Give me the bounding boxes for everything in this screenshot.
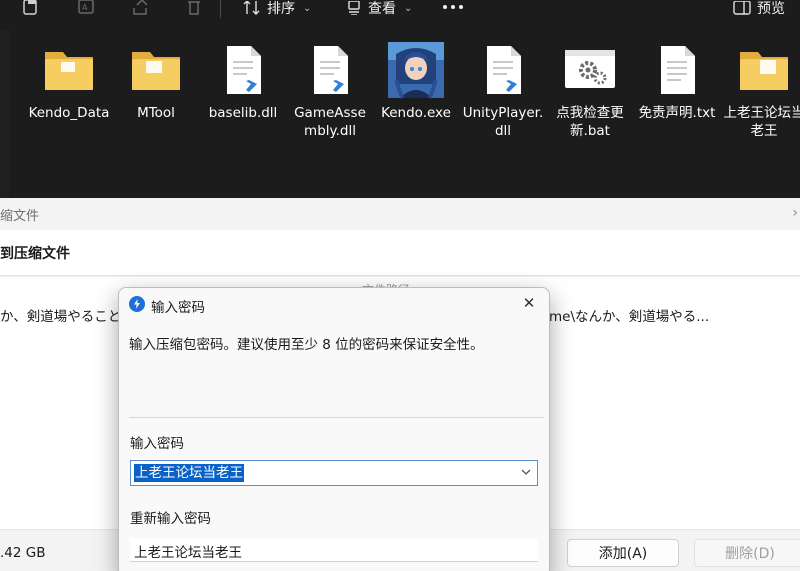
file-name: baselib.dll <box>208 105 278 121</box>
file-item-kendo-exe[interactable]: Kendo.exe <box>374 40 458 190</box>
delete-button[interactable]: 删除(D) <box>694 539 800 567</box>
dll-file-icon <box>300 40 360 100</box>
app-logo-icon <box>129 296 145 312</box>
add-button[interactable]: 添加(A) <box>567 539 679 567</box>
archive-header-title: 到压缩文件 <box>0 245 70 262</box>
batch-file-icon <box>560 40 620 100</box>
dll-file-icon <box>473 40 533 100</box>
file-name: 免责声明.txt <box>638 105 716 121</box>
file-name: UnityPlayer.dll <box>462 105 544 139</box>
text-file-icon <box>647 40 707 100</box>
preview-pane-icon <box>733 1 751 15</box>
file-name: Kendo.exe <box>381 105 451 121</box>
chevron-down-icon: ⌄ <box>404 2 413 14</box>
reenter-password-label: 重新输入密码 <box>130 511 211 527</box>
list-item-name[interactable]: か、剣道場やること <box>0 305 121 325</box>
file-item-disclaimer-txt[interactable]: 免责声明.txt <box>635 40 719 190</box>
password-value: 上老王论坛当老王 <box>134 464 244 482</box>
archive-header: 到压缩文件 <box>0 230 800 276</box>
file-grid: Kendo_Data MTool baselib.dll GameAssembl… <box>0 30 800 198</box>
preview-label: 预览 <box>757 1 785 17</box>
explorer-toolbar: A 排序 ⌄ 查看 ⌄ 预览 <box>0 0 800 30</box>
file-item-baselib[interactable]: baselib.dll <box>201 40 285 190</box>
file-name: MTool <box>137 105 175 121</box>
password-field[interactable]: 上老王论坛当老王 <box>130 460 538 486</box>
file-name: 上老王论坛当老王 <box>723 105 800 139</box>
divider <box>129 417 544 418</box>
file-name: GameAssembly.dll <box>294 105 366 139</box>
chevron-down-icon[interactable] <box>521 467 531 477</box>
chevron-right-icon[interactable]: › <box>792 205 798 221</box>
sort-label: 排序 <box>267 1 295 17</box>
sort-button[interactable]: 排序 ⌄ <box>243 0 312 17</box>
sort-icon <box>243 1 260 15</box>
reenter-password-field[interactable]: 上老王论坛当老王 <box>130 538 538 562</box>
file-name: Kendo_Data <box>28 105 110 121</box>
reenter-password-value: 上老王论坛当老王 <box>134 545 242 561</box>
close-icon[interactable]: ✕ <box>519 293 539 313</box>
list-item-path[interactable]: me\なんか、剣道場やる... <box>549 305 709 325</box>
file-item-kendo-data[interactable]: Kendo_Data <box>27 40 111 190</box>
new-folder-icon[interactable] <box>20 0 40 16</box>
toolbar-separator <box>220 0 221 18</box>
dll-file-icon <box>213 40 273 100</box>
password-label: 输入密码 <box>130 436 184 452</box>
file-item-mtool[interactable]: MTool <box>114 40 198 190</box>
total-size: .42 GB <box>0 545 46 561</box>
share-icon[interactable] <box>130 0 150 16</box>
svg-text:A: A <box>82 3 88 12</box>
more-icon[interactable] <box>443 2 465 12</box>
folder-icon <box>734 40 794 100</box>
delete-icon[interactable] <box>184 0 204 16</box>
archive-window-titlebar: 缩文件 <box>0 198 800 230</box>
file-item-unityplayer[interactable]: UnityPlayer.dll <box>461 40 545 190</box>
file-item-gameassembly[interactable]: GameAssembly.dll <box>288 40 372 190</box>
password-dialog: 输入密码 ✕ 输入压缩包密码。建议使用至少 8 位的密码来保证安全性。 输入密码… <box>118 287 550 571</box>
folder-icon <box>126 40 186 100</box>
chevron-down-icon: ⌄ <box>303 2 312 14</box>
file-item-laowang-folder[interactable]: 上老王论坛当老王 <box>722 40 800 190</box>
folder-icon <box>39 40 99 100</box>
archive-window-title: 缩文件 <box>0 208 40 224</box>
game-exe-icon <box>386 40 446 100</box>
preview-button[interactable]: 预览 <box>733 0 785 17</box>
view-icon <box>348 1 360 15</box>
view-button[interactable]: 查看 ⌄ <box>346 0 413 17</box>
dialog-message: 输入压缩包密码。建议使用至少 8 位的密码来保证安全性。 <box>129 337 484 353</box>
dialog-title: 输入密码 <box>151 300 205 316</box>
file-name: 点我检查更新.bat <box>556 105 624 139</box>
ai-icon[interactable]: A <box>76 0 96 16</box>
view-label: 查看 <box>368 1 396 17</box>
file-item-update-bat[interactable]: 点我检查更新.bat <box>548 40 632 190</box>
dialog-titlebar: 输入密码 ✕ <box>119 288 549 320</box>
